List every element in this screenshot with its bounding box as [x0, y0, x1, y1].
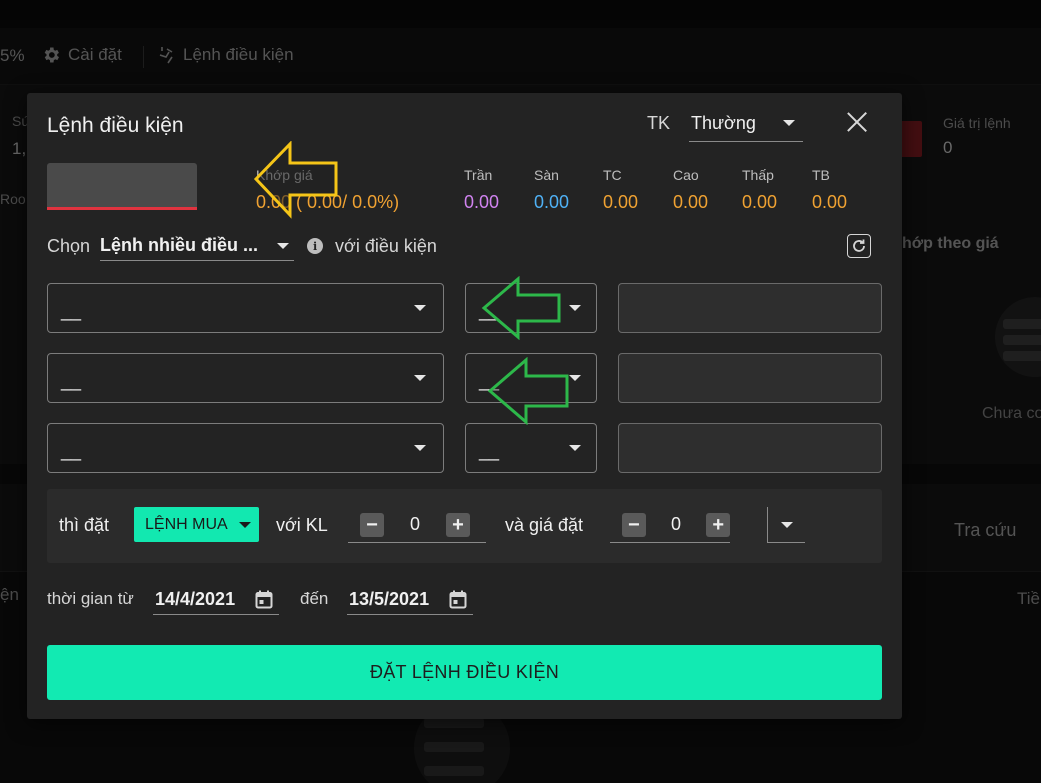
condition-1-field-select[interactable]: __	[47, 283, 444, 333]
annotation-arrow-green-1	[481, 276, 561, 340]
calendar-icon	[449, 590, 467, 608]
stat-low-value: 0.00	[742, 192, 778, 212]
stat-high-label: Cao	[673, 167, 699, 183]
stat-average-value: 0.00	[812, 192, 848, 212]
annotation-arrow-green-2	[487, 357, 569, 425]
chevron-down-icon	[569, 305, 581, 311]
time-to-label: đến	[300, 589, 329, 608]
info-icon[interactable]: i	[307, 238, 324, 254]
date-from-input[interactable]: 14/4/2021	[153, 584, 279, 615]
date-to-value: 13/5/2021	[349, 588, 430, 609]
condition-3-field-value: __	[61, 440, 82, 461]
refresh-icon	[853, 239, 865, 252]
price-type-dropdown[interactable]	[767, 507, 805, 543]
chevron-down-icon	[569, 445, 581, 451]
price-stepper[interactable]: − 0 +	[610, 507, 730, 543]
stat-low: Thấp 0.00	[742, 167, 777, 213]
and-price-label: và giá đặt	[505, 515, 584, 535]
stat-floor-label: Sàn	[534, 167, 559, 183]
calendar-icon	[255, 590, 273, 608]
stat-reference-value: 0.00	[603, 192, 639, 212]
condition-3-operator-value: __	[479, 440, 500, 461]
chevron-down-icon	[780, 521, 793, 528]
stat-reference-label: TC	[603, 167, 622, 183]
volume-increase-button[interactable]: +	[446, 512, 470, 537]
order-type-row: Chọn Lệnh nhiều điều ... i với điều kiện	[47, 231, 437, 261]
condition-3-value-input[interactable]	[618, 423, 882, 473]
chevron-down-icon	[783, 120, 795, 126]
chevron-down-icon	[414, 305, 426, 311]
stat-high-value: 0.00	[673, 192, 709, 212]
refresh-button[interactable]	[847, 234, 871, 258]
order-side-select[interactable]: LỆNH MUA	[134, 507, 259, 542]
annotation-arrow-yellow	[253, 141, 338, 219]
stat-ceiling-value: 0.00	[464, 192, 500, 212]
stat-ceiling-label: Trần	[464, 167, 493, 183]
condition-2-field-select[interactable]: __	[47, 353, 444, 403]
chevron-down-icon	[277, 242, 290, 249]
dialog-title: Lệnh điều kiện	[47, 114, 184, 137]
stat-reference: TC 0.00	[603, 167, 638, 213]
stat-floor-value: 0.00	[534, 192, 570, 212]
stat-average-label: TB	[812, 167, 830, 183]
with-volume-label: với KL	[276, 515, 328, 535]
price-increase-button[interactable]: +	[706, 512, 730, 537]
chevron-down-icon	[569, 375, 581, 381]
stat-low-label: Thấp	[742, 167, 774, 183]
order-type-value: Lệnh nhiều điều ...	[100, 235, 259, 255]
condition-3-field-select[interactable]: __	[47, 423, 444, 473]
time-from-label: thời gian từ	[47, 589, 134, 608]
choose-label: Chọn	[47, 235, 91, 256]
condition-1-value-input[interactable]	[618, 283, 882, 333]
then-place-label: thì đặt	[59, 515, 110, 535]
submit-conditional-order-button[interactable]: ĐẶT LỆNH ĐIỀU KIỆN	[47, 645, 882, 700]
condition-3-operator-select[interactable]: __	[465, 423, 597, 473]
with-condition-label: với điều kiện	[335, 235, 437, 256]
symbol-input[interactable]	[47, 163, 197, 210]
account-label: TK	[647, 113, 671, 133]
price-value[interactable]: 0	[646, 514, 707, 535]
volume-stepper[interactable]: − 0 +	[348, 507, 486, 543]
stat-high: Cao 0.00	[673, 167, 708, 213]
chevron-down-icon	[239, 521, 251, 528]
stat-floor: Sàn 0.00	[534, 167, 569, 213]
account-select[interactable]: Thường	[689, 105, 803, 142]
order-side-value: LỆNH MUA	[145, 515, 228, 533]
close-button[interactable]	[844, 109, 870, 135]
order-type-select[interactable]: Lệnh nhiều điều ...	[100, 231, 295, 261]
date-from-value: 14/4/2021	[155, 588, 236, 609]
condition-2-field-value: __	[61, 370, 82, 391]
condition-1-field-value: __	[61, 300, 82, 321]
chevron-down-icon	[414, 375, 426, 381]
price-decrease-button[interactable]: −	[622, 512, 646, 537]
order-action-panel: thì đặt LỆNH MUA với KL − 0 + và giá đặt…	[47, 489, 882, 563]
chevron-down-icon	[414, 445, 426, 451]
conditional-order-dialog: Lệnh điều kiện TK Thường Khớp giá 0.00 (…	[27, 93, 902, 719]
date-to-input[interactable]: 13/5/2021	[347, 584, 473, 615]
volume-decrease-button[interactable]: −	[360, 512, 384, 537]
condition-2-value-input[interactable]	[618, 353, 882, 403]
submit-label: ĐẶT LỆNH ĐIỀU KIỆN	[369, 662, 560, 682]
stat-ceiling: Trần 0.00	[464, 167, 499, 213]
volume-value[interactable]: 0	[384, 514, 446, 535]
account-value: Thường	[691, 112, 756, 133]
stat-average: TB 0.00	[812, 167, 847, 213]
